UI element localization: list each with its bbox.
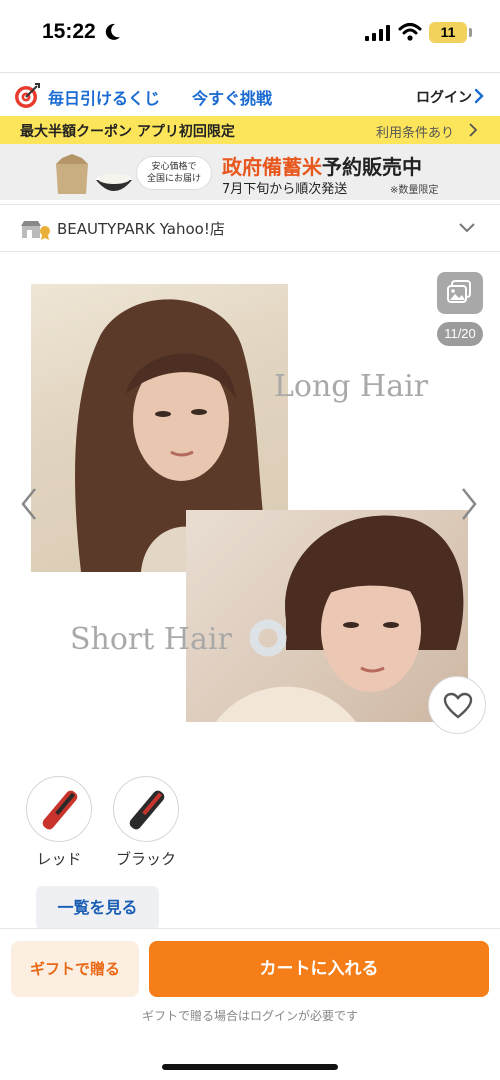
coupon-text: 最大半額クーポン アプリ初回限定 <box>20 124 235 140</box>
chevron-right-icon <box>469 123 478 137</box>
rice-title-rest: 予約販売中 <box>322 155 422 179</box>
variant-red-label: レッド <box>36 850 82 868</box>
chevron-right-icon[interactable] <box>458 486 480 522</box>
rice-bags-image <box>56 154 132 194</box>
gallery-view-button[interactable] <box>437 272 483 314</box>
target-icon[interactable] <box>14 83 40 109</box>
chevron-down-icon[interactable] <box>458 222 476 234</box>
battery-indicator: 11 <box>429 22 467 43</box>
home-indicator[interactable] <box>162 1064 338 1070</box>
rice-subtitle: 7月下旬から順次発送 <box>222 182 348 197</box>
terms-link[interactable]: 利用条件あり <box>376 122 454 141</box>
rice-title-highlight: 政府備蓄米 <box>222 155 322 179</box>
view-all-button[interactable]: 一覧を見る <box>36 886 159 930</box>
variant-black[interactable]: ブラック <box>113 776 179 869</box>
image-counter: 11/20 <box>437 322 483 346</box>
battery-cap <box>469 28 472 37</box>
badge-line1: 安心価格で <box>151 162 197 172</box>
moon-icon <box>105 23 120 40</box>
rice-promo-banner[interactable]: 安心価格で 全国にお届け 政府備蓄米予約販売中 7月下旬から順次発送 ※数量限定 <box>0 144 500 200</box>
variant-red-swatch[interactable] <box>26 776 92 842</box>
badge-line2: 全国にお届け <box>146 174 201 184</box>
coupon-banner[interactable]: 最大半額クーポン アプリ初回限定 利用条件あり <box>0 116 500 144</box>
short-hair-model-image <box>216 515 464 722</box>
variant-red[interactable]: レッド <box>26 776 92 869</box>
heart-icon <box>443 692 473 719</box>
top-nav: 毎日引けるくじ 今すぐ挑戦 ログイン <box>0 72 500 116</box>
cellular-signal-icon <box>365 25 390 41</box>
red-hair-iron-image <box>42 790 78 830</box>
rice-badge: 安心価格で 全国にお届け <box>136 156 212 190</box>
store-name[interactable]: BEAUTYPARK Yahoo!店 <box>57 218 225 239</box>
short-hair-label: Short Hair <box>70 622 232 657</box>
chevron-right-icon[interactable] <box>473 88 485 104</box>
wifi-icon <box>398 23 422 41</box>
variant-black-label: ブラック <box>115 850 176 868</box>
bottom-action-bar: ギフトで贈る カートに入れる ギフトで贈る場合はログインが必要です <box>0 928 500 1080</box>
try-now-link[interactable]: 今すぐ挑戦 <box>192 85 272 109</box>
black-hair-iron-image <box>129 790 165 830</box>
chevron-left-icon[interactable] <box>18 486 40 522</box>
status-time: 15:22 <box>42 20 96 43</box>
product-image-gallery[interactable]: Long Hair Short Hair 11/20 <box>0 256 500 756</box>
login-link[interactable]: ログイン <box>416 87 472 107</box>
image-gallery-icon <box>447 280 471 303</box>
gift-button[interactable]: ギフトで贈る <box>11 941 139 997</box>
store-icon <box>21 221 50 240</box>
daily-lottery-link[interactable]: 毎日引けるくじ <box>48 85 160 109</box>
rice-note: ※数量限定 <box>390 185 439 196</box>
rice-title: 政府備蓄米予約販売中 <box>222 151 422 180</box>
gift-login-note: ギフトで贈る場合はログインが必要です <box>141 1009 358 1023</box>
variant-black-swatch[interactable] <box>113 776 179 842</box>
short-hair-photo <box>186 510 468 722</box>
long-hair-label: Long Hair <box>274 369 429 404</box>
favorite-button[interactable] <box>428 676 486 734</box>
add-to-cart-button[interactable]: カートに入れる <box>149 941 489 997</box>
store-row[interactable]: BEAUTYPARK Yahoo!店 <box>0 204 500 252</box>
status-bar: 15:22 11 <box>0 0 500 70</box>
